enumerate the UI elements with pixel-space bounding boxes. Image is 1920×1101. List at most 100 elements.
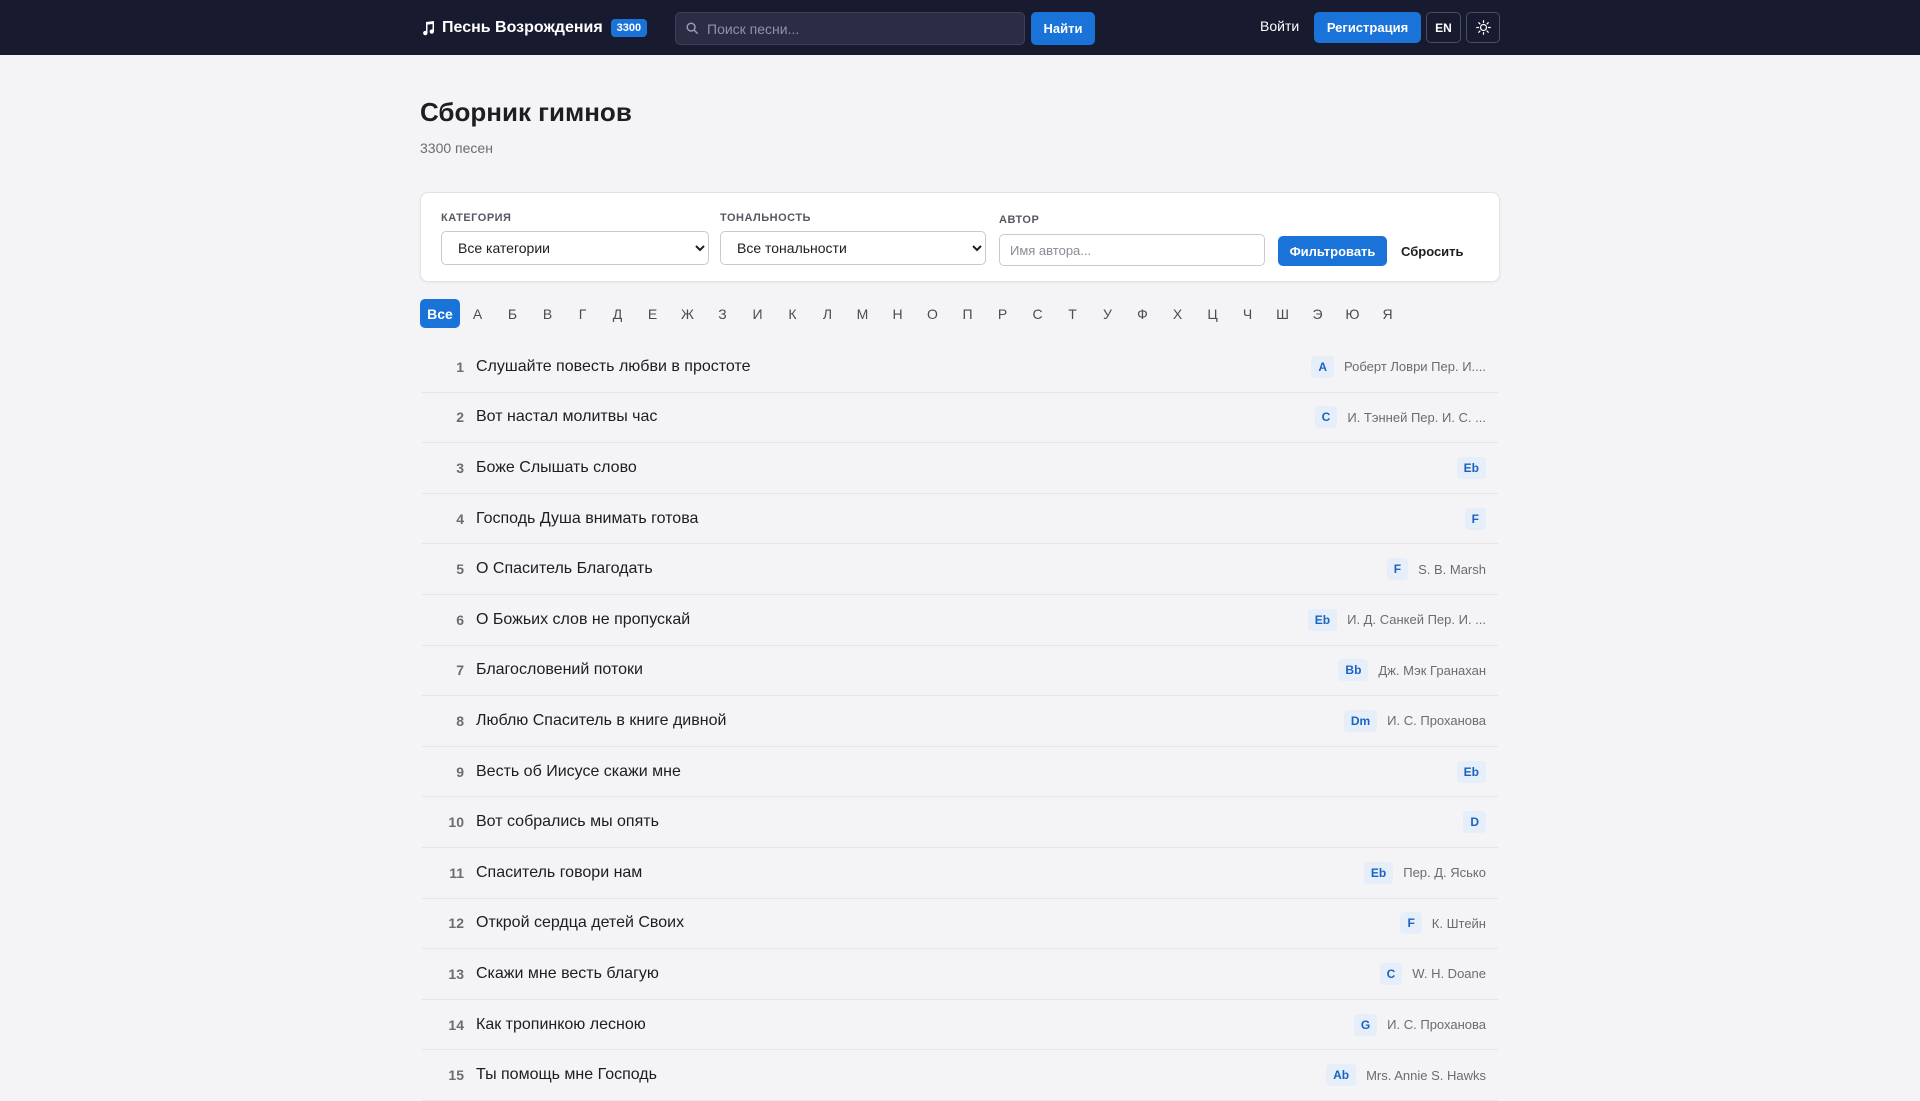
song-author: К. Штейн [1431,915,1486,931]
alphabet-item[interactable]: Ф [1125,299,1160,328]
song-row[interactable]: 2 Вот настал молитвы час C И. Тэнней Пер. И… [422,393,1498,444]
author-label: АВТОР [999,214,1040,226]
song-title[interactable]: Открой сердца детей Своих [476,914,1498,932]
alphabet-item[interactable]: А [460,299,495,328]
key-badge: C [1379,962,1403,985]
login-link[interactable]: Войти [1260,18,1299,34]
song-row[interactable]: 8 Люблю Спаситель в книге дивной Dm И. С. П… [422,696,1498,747]
song-number: 14 [448,1016,464,1033]
song-meta: Eb [1456,456,1486,479]
song-number: 8 [456,712,464,729]
song-row[interactable]: 9 Весть об Иисусе скажи мне Eb [422,747,1498,798]
sun-icon [1475,20,1491,35]
song-title[interactable]: Как тропинкою лесною [476,1016,1498,1034]
key-badge: Bb [1338,659,1369,682]
alphabet-item[interactable]: У [1090,299,1125,328]
song-row[interactable]: 15 Ты помощь мне Господь Ab Mrs. Annie S. H… [422,1050,1498,1101]
alphabet-filter: Все А Б В Г Д Е Ж З И К Л М Н О П Р С Т У Ф Х Ц Ч Ш Э Ю Я [420,299,1405,328]
song-row[interactable]: 12 Открой сердца детей Своих F К. Штейн [422,899,1498,950]
key-select[interactable]: Все тональности [720,231,986,265]
song-title[interactable]: Скажи мне весть благую [476,965,1498,983]
song-meta: G И. С. Проханова [1353,1013,1486,1036]
song-number: 15 [448,1067,464,1084]
song-count-badge: 3300 [610,18,648,37]
song-title[interactable]: Спаситель говори нам [476,864,1498,882]
song-number: 4 [456,510,464,527]
filter-button[interactable]: Фильтровать [1278,236,1387,266]
reset-button[interactable]: Сбросить [1401,236,1464,266]
song-title[interactable]: О Спаситель Благодать [476,560,1498,578]
song-row[interactable]: 13 Скажи мне весть благую C W. H. Doane [422,949,1498,1000]
alphabet-item[interactable]: Ж [670,299,705,328]
song-meta: F S. B. Marsh [1386,558,1486,581]
song-meta: Eb И. Д. Санкей Пер. И. ... [1307,608,1486,631]
alphabet-item[interactable]: Х [1160,299,1195,328]
song-meta: D [1463,811,1486,834]
alphabet-item[interactable]: Ш [1265,299,1300,328]
song-row[interactable]: 11 Спаситель говори нам Eb Пер. Д. Ясько [422,848,1498,899]
song-title[interactable]: Господь Душа внимать готова [476,510,1498,528]
category-label: КАТЕГОРИЯ [441,212,512,224]
author-input[interactable] [999,234,1265,266]
alphabet-item[interactable]: М [845,299,880,328]
song-row[interactable]: 6О Божьих слов не пропускай Eb И. Д. Санке… [422,595,1498,646]
theme-toggle[interactable] [1466,12,1500,43]
alphabet-item[interactable]: Ч [1230,299,1265,328]
song-title[interactable]: Боже Слышать слово [476,459,1498,477]
alphabet-item[interactable]: Н [880,299,915,328]
song-row[interactable]: 7 Благословений потоки Bb Дж. Мэк Гранахан [422,646,1498,697]
song-row[interactable]: 3 Боже Слышать слово Eb [422,443,1498,494]
alphabet-item[interactable]: Б [495,299,530,328]
alphabet-item[interactable]: Л [810,299,845,328]
song-meta: C И. Тэнней Пер. И. С. ... [1314,406,1486,429]
alphabet-item[interactable]: Т [1055,299,1090,328]
key-badge: F [1400,912,1422,935]
song-row[interactable]: 1 Слушайте повесть любви в простоте A Робер… [422,342,1498,393]
register-button[interactable]: Регистрация [1314,12,1421,43]
search-input[interactable] [707,20,1007,37]
song-number: 10 [448,814,464,831]
song-meta: F [1464,507,1486,530]
alphabet-item[interactable]: З [705,299,740,328]
song-row[interactable]: 14 Как тропинкою лесною G И. С. Проханова [422,1000,1498,1051]
alphabet-item-all[interactable]: Все [420,299,460,328]
song-title[interactable]: Весть об Иисусе скажи мне [476,763,1498,781]
alphabet-item[interactable]: Р [985,299,1020,328]
song-author: Дж. Мэк Гранахан [1378,662,1486,678]
key-badge: Eb [1456,760,1486,783]
song-meta: F К. Штейн [1400,912,1486,935]
brand-logo[interactable]: Песнь Возрождения 3300 [420,18,648,37]
alphabet-item[interactable]: Ц [1195,299,1230,328]
alphabet-item[interactable]: Э [1300,299,1335,328]
key-badge: Ab [1326,1064,1357,1087]
song-row[interactable]: 4 Господь Душа внимать готова F [422,494,1498,545]
alphabet-item[interactable]: Е [635,299,670,328]
song-meta: A Роберт Ловри Пер. И.... [1311,355,1486,378]
song-row[interactable]: 5 О Спаситель Благодать F S. B. Marsh [422,544,1498,595]
alphabet-item[interactable]: Д [600,299,635,328]
alphabet-item[interactable]: О [915,299,950,328]
song-meta: Dm И. С. Проханова [1343,709,1486,732]
alphabet-item[interactable]: Ю [1335,299,1370,328]
filter-panel: КАТЕГОРИЯ Все категории ТОНАЛЬНОСТЬ Все … [420,192,1500,282]
song-number: 13 [448,965,464,982]
alphabet-item[interactable]: П [950,299,985,328]
song-title[interactable]: Вот собрались мы опять [476,813,1498,831]
alphabet-item[interactable]: Я [1370,299,1405,328]
search-button[interactable]: Найти [1031,12,1095,45]
language-toggle[interactable]: EN [1426,12,1461,43]
song-meta: Ab Mrs. Annie S. Hawks [1326,1064,1486,1087]
key-badge: A [1311,355,1335,378]
search-box[interactable] [675,12,1025,45]
alphabet-item[interactable]: И [740,299,775,328]
alphabet-item[interactable]: Г [565,299,600,328]
song-row[interactable]: 10 Вот собрались мы опять D [422,797,1498,848]
key-label: ТОНАЛЬНОСТЬ [720,212,811,224]
song-number: 9 [456,763,464,780]
song-list: 1 Слушайте повесть любви в простоте A Робер… [422,342,1498,1101]
alphabet-item[interactable]: В [530,299,565,328]
alphabet-item[interactable]: К [775,299,810,328]
category-select[interactable]: Все категории [441,231,709,265]
song-number: 1 [456,358,464,375]
alphabet-item[interactable]: С [1020,299,1055,328]
